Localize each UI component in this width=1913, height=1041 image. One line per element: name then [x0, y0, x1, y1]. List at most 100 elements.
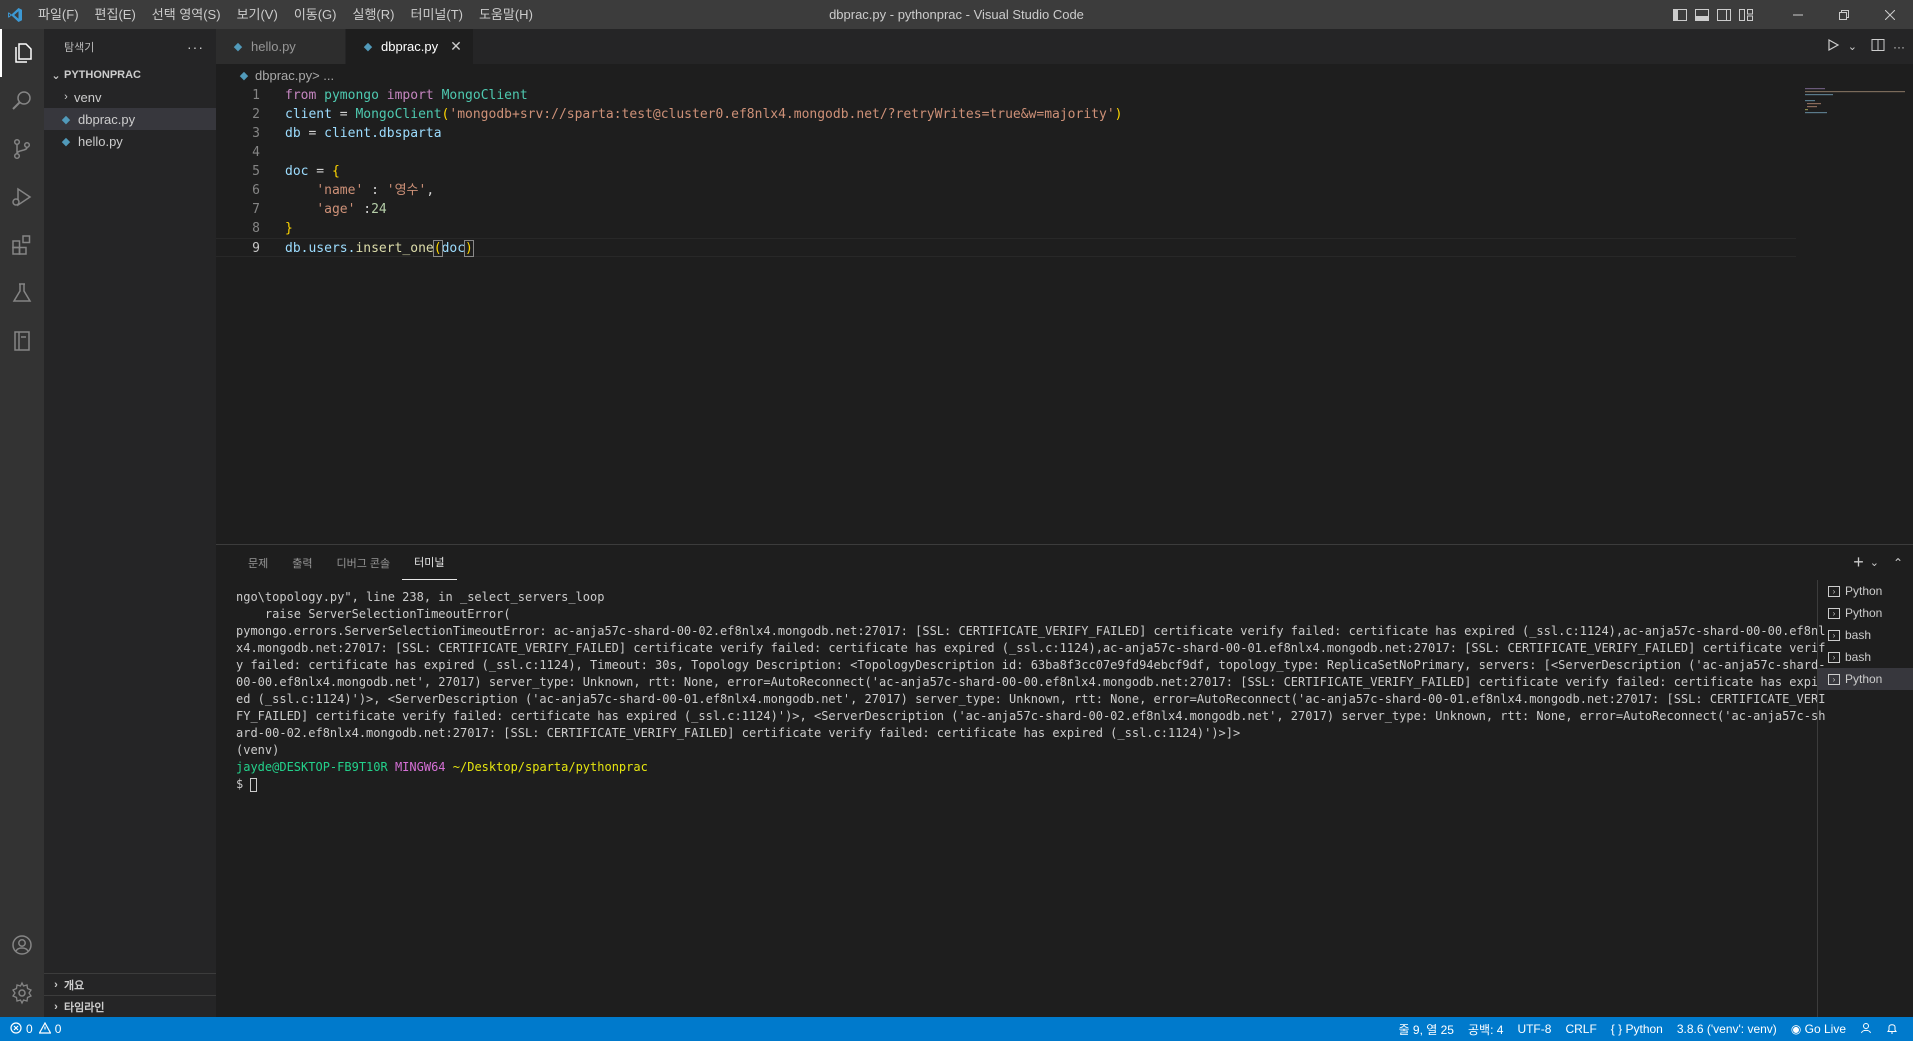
line-number: 1 — [252, 88, 260, 103]
timeline-section[interactable]: › 타임라인 — [44, 995, 216, 1017]
code-line: 3 db = client.dbsparta — [216, 124, 1913, 143]
minimize-icon[interactable] — [1775, 0, 1821, 29]
tree-item-venv[interactable]: › venv — [44, 86, 216, 108]
menu-help[interactable]: 도움말(H) — [471, 0, 541, 29]
feedback-icon[interactable] — [1853, 1022, 1879, 1037]
terminal-entry-label: Python — [1845, 672, 1883, 686]
terminal-output[interactable]: ngo\topology.py", line 238, in _select_s… — [236, 589, 1826, 793]
tree-item-dbprac[interactable]: ◆ dbprac.py — [44, 108, 216, 130]
project-folder-header[interactable]: ⌄ PYTHONPRAC — [44, 64, 216, 86]
tab-hello-py[interactable]: ◆ hello.py — [216, 29, 346, 64]
menu-selection[interactable]: 선택 영역(S) — [144, 0, 229, 29]
status-problems[interactable]: 0 0 — [0, 1021, 61, 1037]
end-of-line[interactable]: CRLF — [1558, 1022, 1603, 1036]
terminal-list: › Python › Python › bash › bash › Python — [1817, 580, 1913, 1018]
terminal-entry-label: bash — [1845, 650, 1872, 664]
encoding[interactable]: UTF-8 — [1510, 1022, 1558, 1036]
menu-view[interactable]: 보기(V) — [229, 0, 286, 29]
breadcrumb-file[interactable]: dbprac.py — [255, 68, 312, 83]
close-icon[interactable]: ✕ — [450, 38, 462, 55]
terminal-line: ngo\topology.py", line 238, in _select_s… — [236, 590, 605, 604]
maximize-panel-icon[interactable]: ⌃ — [1893, 556, 1903, 570]
line-content: } — [285, 221, 293, 236]
line-content: client = MongoClient('mongodb+srv://spar… — [285, 107, 1123, 122]
error-count: 0 — [26, 1022, 33, 1036]
menu-run[interactable]: 실행(R) — [345, 0, 403, 29]
terminal-entry[interactable]: › Python — [1818, 602, 1913, 624]
toggle-secondary-sidebar-icon[interactable] — [1713, 0, 1735, 29]
terminal-entry[interactable]: › bash — [1818, 624, 1913, 646]
menu-go[interactable]: 이동(G) — [286, 0, 345, 29]
prompt-user: jayde@DESKTOP-FB9T10R — [236, 760, 388, 774]
line-content: from pymongo import MongoClient — [285, 88, 528, 103]
panel-actions: + ⌄ ⌃ — [1853, 545, 1903, 580]
chevron-right-icon: › — [54, 1000, 58, 1013]
menu-edit[interactable]: 편집(E) — [87, 0, 144, 29]
menu-file[interactable]: 파일(F) — [30, 0, 87, 29]
activity-bar — [0, 29, 44, 1017]
timeline-label: 타임라인 — [64, 1001, 105, 1014]
gear-icon[interactable] — [0, 969, 44, 1017]
new-terminal-icon[interactable]: + — [1853, 552, 1864, 573]
line-content: db.users.insert_one(doc) — [285, 240, 474, 257]
more-actions-icon[interactable]: ··· — [187, 39, 204, 55]
go-live-button[interactable]: ◉ Go Live — [1784, 1022, 1853, 1036]
language-mode[interactable]: { } Python — [1604, 1022, 1670, 1036]
chevron-down-icon[interactable]: ⌄ — [1870, 556, 1879, 569]
restore-icon[interactable] — [1821, 0, 1867, 29]
title-bar: 파일(F) 편집(E) 선택 영역(S) 보기(V) 이동(G) 실행(R) 터… — [0, 0, 1913, 29]
explorer-icon[interactable] — [0, 29, 44, 77]
breadcrumb-rest[interactable]: > ... — [312, 68, 334, 83]
terminal-input-line[interactable]: $ — [236, 776, 1826, 793]
code-line: 5 doc = { — [216, 162, 1913, 181]
extensions-icon[interactable] — [0, 221, 44, 269]
notebook-icon[interactable] — [0, 317, 44, 365]
python-interpreter[interactable]: 3.8.6 ('venv': venv) — [1670, 1022, 1784, 1036]
outline-section[interactable]: › 개요 — [44, 973, 216, 995]
account-icon[interactable] — [0, 921, 44, 969]
customize-layout-icon[interactable] — [1735, 0, 1757, 29]
run-python-file-icon[interactable] — [1826, 38, 1840, 55]
terminal-icon: › — [1828, 607, 1840, 619]
tree-item-label: venv — [74, 89, 102, 105]
terminal-line: pymongo.errors.ServerSelectionTimeoutErr… — [236, 624, 1826, 740]
tab-problems[interactable]: 문제 — [236, 545, 280, 580]
terminal-entry[interactable]: › bash — [1818, 646, 1913, 668]
terminal-icon: › — [1828, 585, 1840, 597]
terminal-entry-active[interactable]: › Python — [1818, 668, 1913, 690]
code-line: 6 'name' : '영수', — [216, 181, 1913, 200]
run-debug-icon[interactable] — [0, 173, 44, 221]
line-content: db = client.dbsparta — [285, 126, 442, 141]
line-number: 4 — [252, 145, 260, 160]
terminal-line: raise ServerSelectionTimeoutError( — [236, 607, 511, 621]
split-editor-icon[interactable] — [1871, 38, 1885, 55]
line-number: 3 — [252, 126, 260, 141]
toggle-sidebar-icon[interactable] — [1669, 0, 1691, 29]
project-name: PYTHONPRAC — [64, 69, 142, 81]
line-content: doc = { — [285, 164, 340, 179]
toggle-panel-icon[interactable] — [1691, 0, 1713, 29]
close-window-icon[interactable] — [1867, 0, 1913, 29]
tree-item-hello[interactable]: ◆ hello.py — [44, 130, 216, 152]
chevron-down-icon[interactable]: ⌄ — [1848, 40, 1857, 53]
menu-terminal[interactable]: 터미널(T) — [402, 0, 470, 29]
indentation[interactable]: 공백: 4 — [1461, 1021, 1510, 1038]
tab-dbprac-py[interactable]: ◆ dbprac.py ✕ — [346, 29, 474, 64]
code-editor[interactable]: 1 from pymongo import MongoClient 2 clie… — [216, 86, 1913, 257]
prompt-symbol: $ — [236, 777, 244, 791]
tab-debug-console[interactable]: 디버그 콘솔 — [325, 545, 403, 580]
terminal-entry-label: Python — [1845, 606, 1883, 620]
notifications-icon[interactable] — [1879, 1022, 1905, 1037]
tab-terminal[interactable]: 터미널 — [402, 545, 457, 580]
terminal-entry[interactable]: › Python — [1818, 580, 1913, 602]
more-actions-icon[interactable]: ··· — [1893, 40, 1905, 54]
source-control-icon[interactable] — [0, 125, 44, 173]
line-number: 8 — [252, 221, 260, 236]
terminal-prompt-line: jayde@DESKTOP-FB9T10R MINGW64 ~/Desktop/… — [236, 759, 1826, 776]
cursor-position[interactable]: 줄 9, 열 25 — [1392, 1021, 1461, 1038]
testing-icon[interactable] — [0, 269, 44, 317]
minimap[interactable] — [1803, 86, 1913, 146]
search-icon[interactable] — [0, 77, 44, 125]
code-line: 2 client = MongoClient('mongodb+srv://sp… — [216, 105, 1913, 124]
tab-output[interactable]: 출력 — [280, 545, 324, 580]
